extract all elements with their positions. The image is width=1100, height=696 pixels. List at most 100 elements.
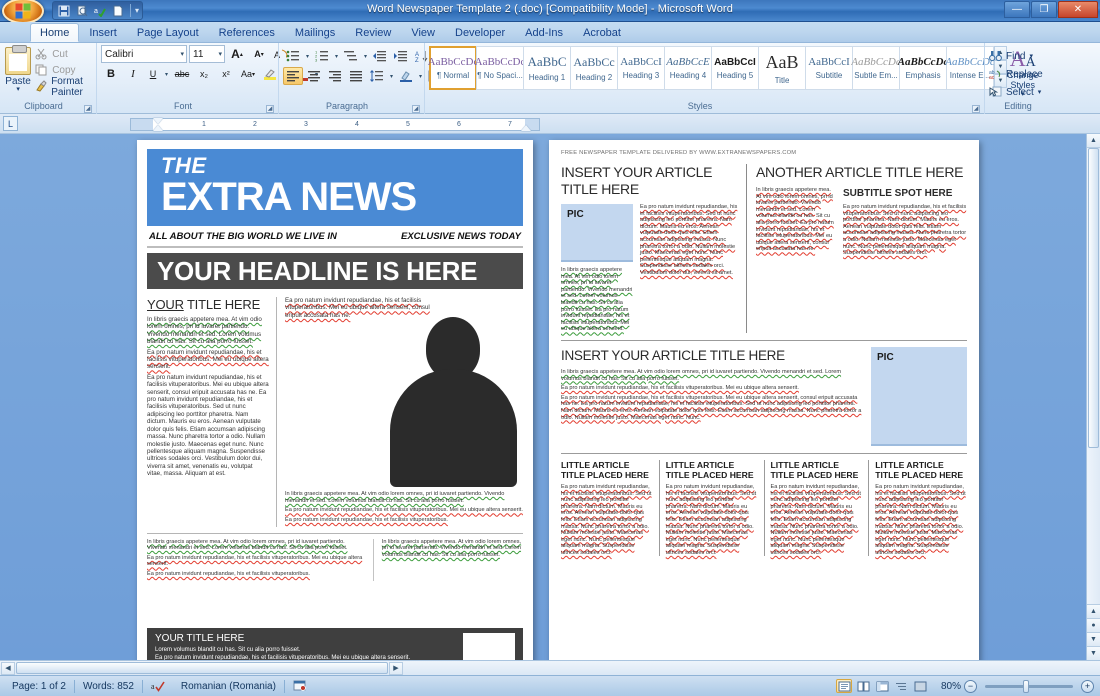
grow-font-button[interactable]: A ▴ <box>227 45 247 63</box>
tab-review[interactable]: Review <box>345 23 401 42</box>
person-silhouette-image[interactable] <box>386 317 521 487</box>
tab-references[interactable]: References <box>209 23 285 42</box>
replace-button[interactable]: ab ac Replace <box>989 66 1043 82</box>
style-emphasis[interactable]: AaBbCcDc Emphasis <box>898 46 948 90</box>
zoom-slider[interactable] <box>985 679 1073 693</box>
italic-button[interactable]: I <box>123 65 143 83</box>
minimize-button[interactable]: — <box>1004 1 1030 18</box>
line-spacing-button[interactable] <box>367 67 387 85</box>
decrease-indent-button[interactable] <box>370 47 390 65</box>
zoom-out-button[interactable]: − <box>964 679 977 693</box>
underline-dropdown-icon[interactable]: ▾ <box>163 71 170 78</box>
vertical-scroll-thumb[interactable] <box>1088 148 1099 448</box>
horizontal-scroll-thumb[interactable] <box>16 662 388 674</box>
document-page-1[interactable]: THE EXTRA NEWS ALL ABOUT THE BIG WORLD W… <box>137 140 533 660</box>
style-heading-1[interactable]: AaBbC Heading 1 <box>523 46 571 90</box>
font-size-combo[interactable]: 11 ▾ <box>189 45 225 63</box>
close-button[interactable]: ✕ <box>1058 1 1098 18</box>
select-browse-object-icon[interactable]: ● <box>1087 618 1100 632</box>
format-painter-button[interactable]: Format Painter <box>32 76 92 98</box>
chevron-down-icon[interactable]: ▾ <box>218 50 222 58</box>
style-subtle-emphasis[interactable]: AaBbCcDc Subtle Em... <box>851 46 901 90</box>
macro-recording-button[interactable] <box>285 679 315 694</box>
clipboard-dialog-launcher[interactable]: ◢ <box>84 105 92 113</box>
tab-developer[interactable]: Developer <box>445 23 515 42</box>
document-page-2[interactable]: FREE NEWSPAPER TEMPLATE DELIVERED BY WWW… <box>549 140 979 660</box>
word-count[interactable]: Words: 852 <box>75 679 142 694</box>
justify-button[interactable] <box>346 67 366 85</box>
strikethrough-button[interactable]: abc <box>172 65 192 83</box>
paste-dropdown-icon[interactable]: ▾ <box>16 86 20 93</box>
page-indicator[interactable]: Page: 1 of 2 <box>4 679 74 694</box>
font-family-combo[interactable]: Calibri ▾ <box>101 45 187 63</box>
shrink-font-button[interactable]: A ▾ <box>249 45 269 63</box>
scroll-down-icon[interactable]: ▼ <box>1087 646 1100 660</box>
select-button[interactable]: Select ▾ <box>989 84 1043 100</box>
tab-view[interactable]: View <box>401 23 445 42</box>
paragraph-dialog-launcher[interactable]: ◢ <box>412 105 420 113</box>
style-title[interactable]: AaB Title <box>758 46 806 90</box>
style-heading-2[interactable]: AaBbCc Heading 2 <box>570 46 618 90</box>
bold-button[interactable]: B <box>101 65 121 83</box>
numbering-dropdown-icon[interactable]: ▾ <box>333 53 340 60</box>
scroll-right-icon[interactable]: ▶ <box>389 661 403 675</box>
paste-button[interactable]: Paste ▾ <box>4 45 32 93</box>
cut-button[interactable]: Cut <box>32 47 92 62</box>
scroll-left-icon[interactable]: ◀ <box>1 661 15 675</box>
article-1-pic-placeholder[interactable]: PIC <box>561 204 633 262</box>
view-outline-button[interactable] <box>893 679 909 693</box>
horizontal-ruler[interactable]: 1 2 3 4 5 6 7 <box>130 118 540 131</box>
subscript-button[interactable]: x₂ <box>194 65 214 83</box>
style-subtitle[interactable]: AaBbCcI Subtitle <box>805 46 853 90</box>
tab-mailings[interactable]: Mailings <box>285 23 345 42</box>
next-page-icon[interactable]: ▼ <box>1087 632 1100 646</box>
styles-dialog-launcher[interactable]: ◢ <box>972 105 980 113</box>
align-left-button[interactable] <box>283 67 303 85</box>
underline-button[interactable]: U <box>145 65 161 83</box>
font-dialog-launcher[interactable]: ◢ <box>266 105 274 113</box>
bullets-button[interactable] <box>283 47 303 65</box>
hanging-indent-marker[interactable] <box>153 125 163 131</box>
tab-page-layout[interactable]: Page Layout <box>127 23 209 42</box>
find-button[interactable]: Find ▾ <box>989 48 1043 64</box>
find-dropdown-icon[interactable]: ▾ <box>1029 52 1033 60</box>
align-right-button[interactable] <box>325 67 345 85</box>
superscript-button[interactable]: x² <box>216 65 236 83</box>
style-normal[interactable]: AaBbCcDc ¶ Normal <box>428 46 478 90</box>
shading-dropdown-icon[interactable]: ▾ <box>417 73 424 80</box>
zoom-in-button[interactable]: + <box>1081 679 1094 693</box>
proofing-status[interactable]: a <box>143 679 173 694</box>
align-center-button[interactable] <box>304 67 324 85</box>
style-heading-4[interactable]: AaBbCcE Heading 4 <box>664 46 712 90</box>
change-case-button[interactable]: Aa ▾ <box>238 65 258 83</box>
tab-stop-selector[interactable]: L <box>3 116 18 131</box>
article-3-pic-placeholder[interactable]: PIC <box>871 346 967 446</box>
text-highlight-color-button[interactable] <box>260 65 280 83</box>
zoom-slider-thumb[interactable] <box>1023 679 1029 693</box>
horizontal-scrollbar[interactable]: ◀ ▶ <box>0 660 1100 675</box>
view-draft-button[interactable] <box>912 679 928 693</box>
previous-page-icon[interactable]: ▲ <box>1087 604 1100 618</box>
zoom-level[interactable]: 80% <box>931 681 961 692</box>
right-indent-marker[interactable] <box>521 125 531 131</box>
select-dropdown-icon[interactable]: ▾ <box>1038 88 1042 96</box>
style-heading-3[interactable]: AaBbCcI Heading 3 <box>617 46 665 90</box>
style-heading-5[interactable]: AaBbCcI Heading 5 <box>711 46 759 90</box>
multilevel-list-button[interactable] <box>341 47 361 65</box>
view-full-screen-reading-button[interactable] <box>855 679 871 693</box>
tab-add-ins[interactable]: Add-Ins <box>515 23 573 42</box>
multilevel-dropdown-icon[interactable]: ▾ <box>362 53 369 60</box>
style-no-spacing[interactable]: AaBbCcDc ¶ No Spaci... <box>475 46 525 90</box>
scroll-up-icon[interactable]: ▲ <box>1087 134 1100 148</box>
tab-insert[interactable]: Insert <box>79 23 127 42</box>
increase-indent-button[interactable] <box>391 47 411 65</box>
shading-button[interactable] <box>396 67 416 85</box>
vertical-scrollbar[interactable]: ▲ ▲ ● ▼ ▼ <box>1086 134 1100 660</box>
line-spacing-dropdown-icon[interactable]: ▾ <box>388 73 395 80</box>
restore-button[interactable]: ❐ <box>1031 1 1057 18</box>
numbering-button[interactable]: 123 <box>312 47 332 65</box>
chevron-down-icon[interactable]: ▾ <box>180 50 184 58</box>
tab-acrobat[interactable]: Acrobat <box>573 23 631 42</box>
language-indicator[interactable]: Romanian (Romania) <box>173 679 284 694</box>
view-print-layout-button[interactable] <box>836 679 852 693</box>
